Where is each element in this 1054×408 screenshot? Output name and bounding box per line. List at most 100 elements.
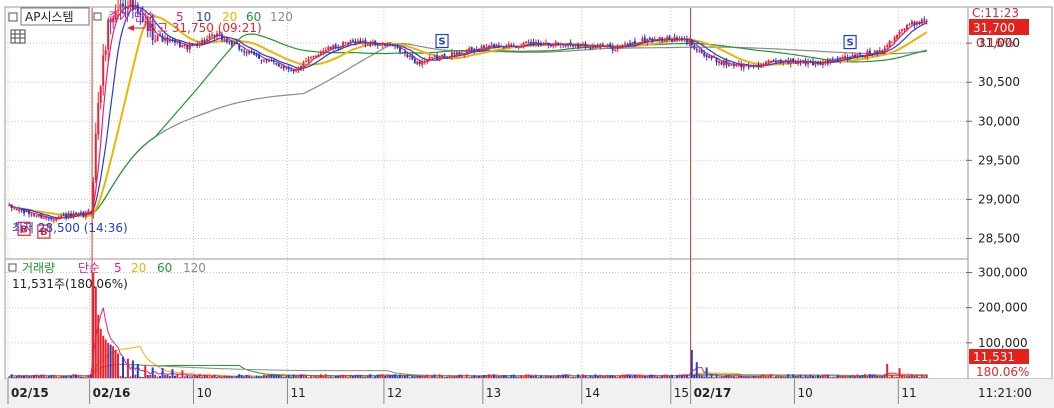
volume-bar [636, 375, 639, 378]
volume-bar [371, 377, 374, 378]
volume-bar [228, 376, 231, 378]
candle-body [460, 54, 463, 56]
candle-body [834, 58, 837, 60]
volume-bar [438, 374, 441, 378]
volume-bar [109, 344, 112, 378]
vol-ma-label: 단순 [78, 261, 100, 275]
candle-body [324, 50, 327, 52]
candle-body [188, 43, 191, 50]
volume-bar [193, 374, 196, 378]
candle-body [918, 22, 921, 25]
candle-body [497, 45, 500, 48]
candle-body [386, 44, 389, 47]
candle-body [468, 48, 471, 52]
volume-bar [391, 374, 394, 378]
volume-bar [851, 375, 854, 378]
candle-body [334, 44, 337, 49]
marker-label: S [438, 37, 445, 48]
volume-bar [633, 374, 636, 378]
volume-bar [448, 375, 451, 378]
volume-bar [923, 376, 926, 378]
volume-bar [243, 376, 246, 378]
candle-body [715, 57, 718, 63]
grid-toggle-icon[interactable] [10, 29, 26, 44]
volume-bar [915, 374, 918, 378]
volume-bar [107, 342, 110, 378]
candle-body [445, 57, 448, 59]
candle-body [317, 54, 320, 57]
candle-body [760, 64, 763, 68]
volume-bar [413, 376, 416, 378]
candle-body [354, 42, 357, 45]
volume-bar [77, 375, 80, 378]
candle-body [384, 43, 387, 47]
candle-body [438, 56, 441, 61]
candle-body [186, 44, 189, 50]
candle-body [628, 43, 631, 45]
volume-bar [35, 374, 38, 378]
candle-body [47, 217, 50, 219]
candle-body [873, 50, 876, 54]
candle-body [87, 210, 90, 213]
candle-body [881, 50, 884, 52]
candle-body [213, 34, 216, 37]
volume-bar [559, 375, 562, 378]
volume-bar [683, 374, 686, 378]
volume-bar [601, 376, 604, 378]
volume-bar [245, 375, 248, 378]
candle-body [421, 61, 424, 65]
volume-bar [411, 376, 414, 378]
candle-body [8, 204, 11, 206]
volume-bar [445, 376, 448, 378]
volume-bar [480, 375, 483, 378]
candle-body [878, 50, 881, 54]
candle-body [161, 35, 164, 42]
x-tick-label: 02/16 [93, 386, 131, 400]
volume-bar [478, 375, 481, 378]
candle-body [913, 21, 916, 26]
candle-body [792, 58, 795, 63]
candle-body [193, 44, 196, 46]
candle-body [871, 53, 874, 55]
volume-bar [398, 374, 401, 378]
candle-body [297, 67, 300, 71]
candle-body [411, 55, 414, 60]
volume-bar [144, 365, 147, 378]
volume-bar [594, 374, 597, 378]
volume-bar [497, 376, 500, 378]
volume-bar [104, 339, 107, 378]
candle-body [329, 46, 332, 49]
volume-bar [797, 375, 800, 378]
volume-bar [821, 375, 824, 378]
candle-body [616, 46, 619, 50]
candle-body [495, 44, 498, 48]
volume-bar [881, 375, 884, 378]
candle-body [285, 67, 288, 69]
volume-bar [846, 377, 849, 378]
candle-body [309, 57, 312, 59]
volume-bar [799, 374, 802, 378]
axis-time: 11:21:00 [978, 386, 1032, 400]
candle-body [661, 37, 664, 42]
candle-body [812, 61, 814, 66]
candle-body [547, 43, 550, 46]
volume-bar [727, 374, 730, 378]
candle-body [272, 61, 275, 63]
candle-body [915, 21, 918, 25]
volume-bar [154, 374, 157, 378]
volume-bar [300, 374, 303, 378]
candle-body [673, 36, 676, 42]
volume-bar [893, 376, 896, 378]
candle-body [769, 61, 772, 63]
volume-bar [198, 374, 201, 378]
volume-bar [614, 376, 617, 378]
candle-body [507, 44, 510, 48]
volume-bar [470, 376, 473, 378]
candle-body [730, 64, 733, 66]
volume-bar [126, 358, 129, 378]
candle-body [901, 29, 904, 32]
candle-body [703, 52, 706, 56]
candle-body [35, 215, 38, 217]
candle-body [23, 209, 26, 214]
volume-bar [737, 375, 740, 378]
